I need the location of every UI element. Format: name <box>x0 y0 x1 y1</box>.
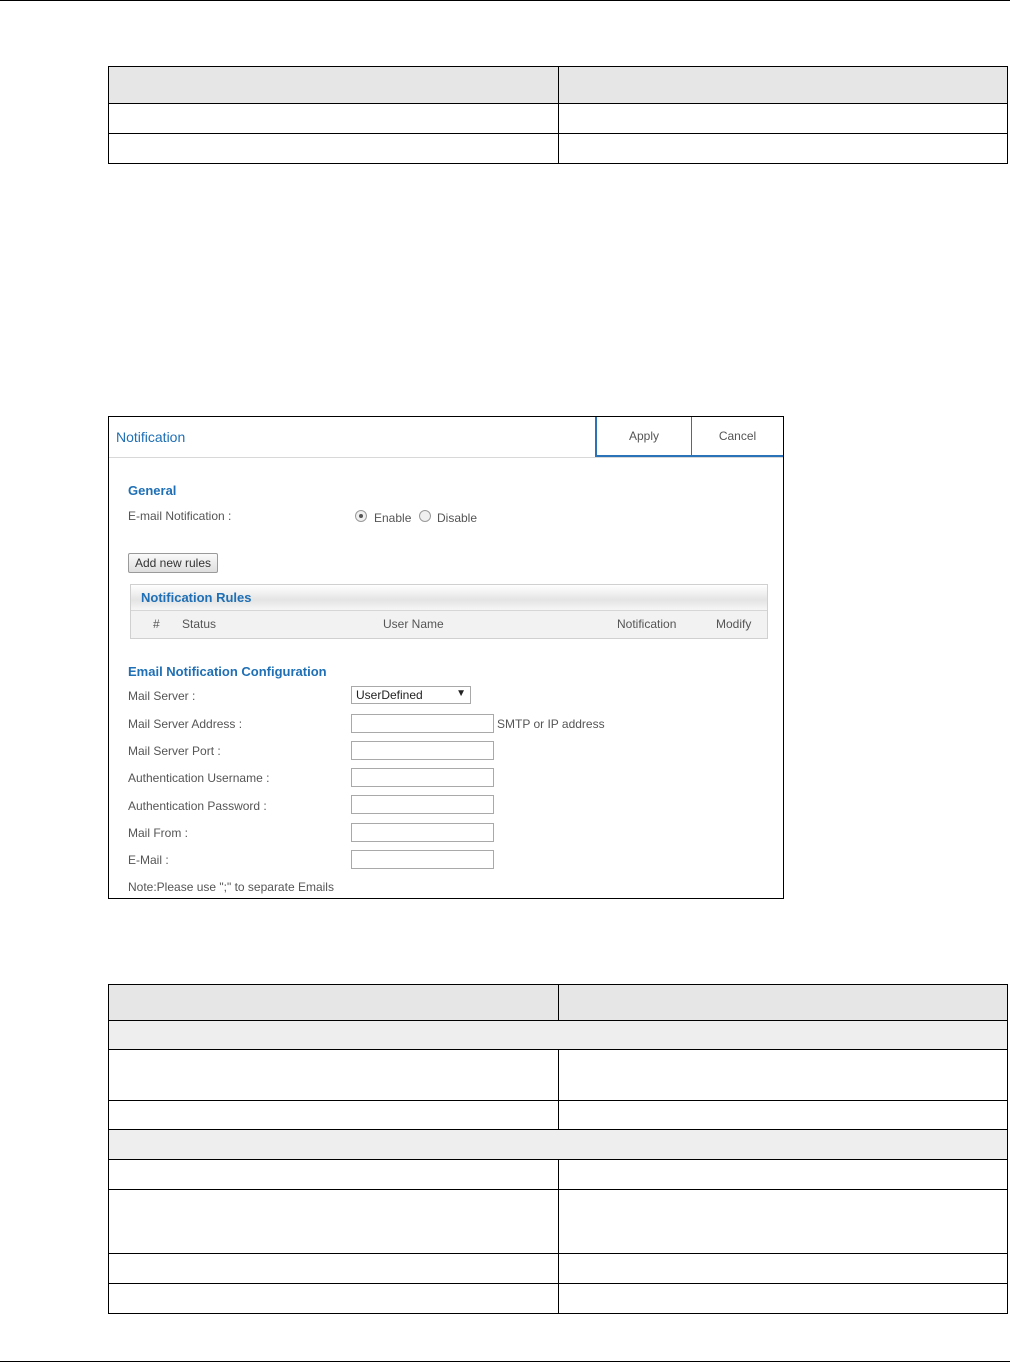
email-input[interactable] <box>351 850 494 869</box>
mail-server-port-input[interactable] <box>351 741 494 760</box>
page-title: Notification <box>116 429 186 445</box>
table-cell <box>108 1283 559 1314</box>
column-header-number: # <box>153 617 160 631</box>
table-cell <box>557 103 1008 134</box>
mail-server-address-label: Mail Server Address : <box>128 717 243 731</box>
column-header-status: Status <box>182 617 217 631</box>
mail-server-address-hint: SMTP or IP address <box>497 717 605 731</box>
table-cell <box>557 1100 1008 1130</box>
apply-button[interactable]: Apply <box>595 417 691 457</box>
doc-table-bottom <box>108 984 1008 1314</box>
notification-panel: Notification Apply Cancel General E-mail… <box>108 416 784 899</box>
column-header-user-name: User Name <box>383 617 444 631</box>
table-header-cell <box>557 984 1008 1021</box>
column-header-modify: Modify <box>716 617 752 631</box>
email-label: E-Mail : <box>128 853 169 867</box>
column-header-notification: Notification <box>617 617 677 631</box>
table-header-cell <box>108 984 559 1021</box>
doc-table-top <box>108 66 1008 164</box>
rules-table-title: Notification Rules <box>141 590 252 605</box>
mail-server-selected-value: UserDefined <box>356 688 423 702</box>
panel-header: Notification Apply Cancel <box>109 417 783 458</box>
general-section-title: General <box>128 483 177 498</box>
auth-password-label: Authentication Password : <box>128 799 267 813</box>
mail-server-select[interactable]: UserDefined ▼ <box>351 686 471 704</box>
table-cell <box>557 1049 1008 1101</box>
enable-radio-label[interactable]: Enable <box>374 511 411 525</box>
table-cell <box>108 1159 559 1190</box>
email-separator-note: Note:Please use ";" to separate Emails <box>128 880 334 894</box>
table-cell <box>108 133 559 164</box>
mail-server-port-label: Mail Server Port : <box>128 744 221 758</box>
table-cell <box>557 1189 1008 1254</box>
notification-rules-table: Notification Rules # Status User Name No… <box>130 584 768 639</box>
table-header-cell <box>557 66 1008 104</box>
table-cell <box>108 1253 559 1284</box>
table-cell <box>557 1159 1008 1190</box>
mail-server-label: Mail Server : <box>128 689 196 703</box>
rules-table-title-bar: Notification Rules <box>131 585 767 611</box>
page-top-rule <box>0 0 1010 1</box>
table-section-row <box>108 1020 1008 1050</box>
auth-username-label: Authentication Username : <box>128 771 270 785</box>
enable-radio[interactable] <box>355 510 367 522</box>
cancel-button[interactable]: Cancel <box>691 417 783 457</box>
rules-table-header-row: # Status User Name Notification Modify <box>131 611 767 638</box>
table-cell <box>108 1100 559 1130</box>
table-cell <box>557 1253 1008 1284</box>
radio-selected-dot <box>359 514 363 518</box>
mail-server-address-input[interactable] <box>351 714 494 733</box>
auth-password-input[interactable] <box>351 795 494 814</box>
auth-username-input[interactable] <box>351 768 494 787</box>
table-cell <box>108 1049 559 1101</box>
email-config-section-title: Email Notification Configuration <box>128 664 327 679</box>
table-cell <box>108 1189 559 1254</box>
disable-radio-label[interactable]: Disable <box>437 511 477 525</box>
add-new-rules-button[interactable]: Add new rules <box>128 553 218 573</box>
page-bottom-rule <box>0 1361 1010 1362</box>
table-cell <box>557 1283 1008 1314</box>
dropdown-arrow-icon: ▼ <box>456 688 466 699</box>
table-cell <box>557 133 1008 164</box>
table-header-cell <box>108 66 559 104</box>
table-cell <box>108 103 559 134</box>
disable-radio[interactable] <box>419 510 431 522</box>
mail-from-input[interactable] <box>351 823 494 842</box>
table-section-row <box>108 1129 1008 1160</box>
mail-from-label: Mail From : <box>128 826 188 840</box>
email-notification-label: E-mail Notification : <box>128 509 232 523</box>
